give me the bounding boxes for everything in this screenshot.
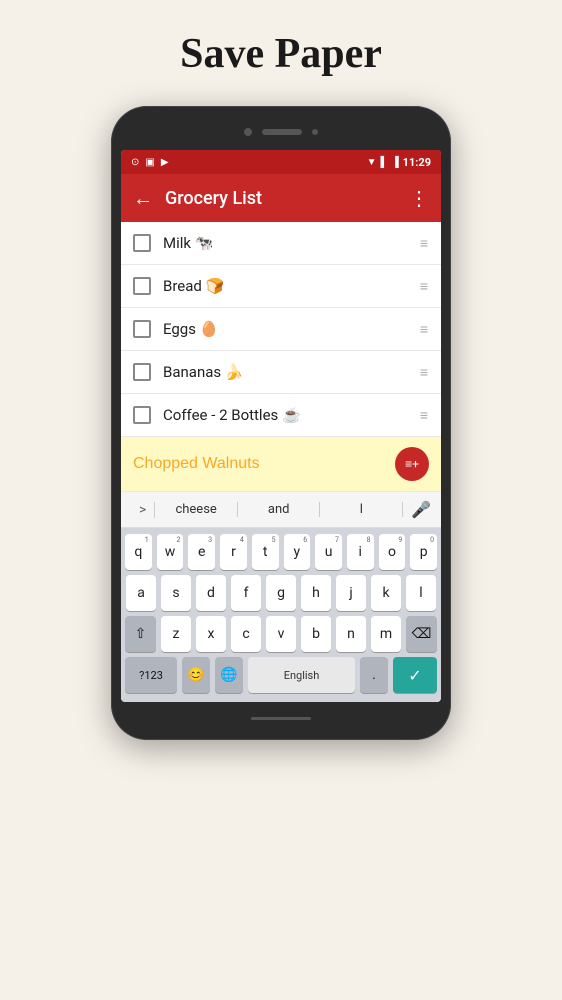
key-e[interactable]: 3e [188,534,215,570]
suggestion-word-l[interactable]: l [320,502,403,517]
key-w[interactable]: 2w [157,534,184,570]
keyboard-row-2: a s d f g h j k l [125,575,437,611]
key-p[interactable]: 0p [410,534,437,570]
page-title: Save Paper [180,30,382,78]
home-indicator [251,717,311,720]
item-text-eggs: Eggs 🥚 [163,320,420,338]
keyboard-row-4: ?123 😊 🌐 English . ✓ [125,657,437,693]
phone-device: ⊙ ▣ ▶ ▼ ▌ ▐ 11:29 ← Grocery List ⋮ Milk … [111,106,451,740]
status-icon-circle: ⊙ [131,157,139,168]
checkbox-eggs[interactable] [133,320,151,338]
drag-handle-milk: ≡ [420,235,429,252]
suggestion-word-and[interactable]: and [238,502,321,517]
key-u[interactable]: 7u [315,534,342,570]
key-o[interactable]: 9o [379,534,406,570]
key-y[interactable]: 6y [284,534,311,570]
signal-icon: ▌ [380,157,387,168]
phone-screen: ⊙ ▣ ▶ ▼ ▌ ▐ 11:29 ← Grocery List ⋮ Milk … [121,150,441,702]
key-d[interactable]: d [196,575,226,611]
list-item: Eggs 🥚 ≡ [121,308,441,351]
checkbox-bread[interactable] [133,277,151,295]
key-k[interactable]: k [371,575,401,611]
drag-handle-bananas: ≡ [420,364,429,381]
suggestion-chevron-icon[interactable]: > [131,502,155,518]
enter-key[interactable]: ✓ [393,657,437,693]
status-left-icons: ⊙ ▣ ▶ [131,157,169,168]
key-q[interactable]: 1q [125,534,152,570]
numbers-key[interactable]: ?123 [125,657,177,693]
key-c[interactable]: c [231,616,261,652]
menu-button[interactable]: ⋮ [409,186,429,210]
key-g[interactable]: g [266,575,296,611]
key-h[interactable]: h [301,575,331,611]
key-v[interactable]: v [266,616,296,652]
phone-bottom-bar [121,708,441,728]
suggestion-word-cheese[interactable]: cheese [155,502,238,517]
checkbox-milk[interactable] [133,234,151,252]
key-j[interactable]: j [336,575,366,611]
key-a[interactable]: a [126,575,156,611]
checkbox-bananas[interactable] [133,363,151,381]
item-text-bread: Bread 🍞 [163,277,420,295]
wifi-icon: ▼ [367,157,377,168]
keyboard-row-3: ⇧ z x c v b n m ⌫ [125,616,437,652]
drag-handle-coffee: ≡ [420,407,429,424]
app-bar-title: Grocery List [165,188,409,209]
period-key[interactable]: . [360,657,388,693]
phone-top-bar [121,118,441,146]
key-t[interactable]: 5t [252,534,279,570]
mic-icon[interactable]: 🎤 [403,500,431,519]
key-n[interactable]: n [336,616,366,652]
item-text-milk: Milk 🐄 [163,234,420,252]
list-item: Bread 🍞 ≡ [121,265,441,308]
key-x[interactable]: x [196,616,226,652]
list-item: Milk 🐄 ≡ [121,222,441,265]
space-key[interactable]: English [248,657,355,693]
status-icon-play: ▶ [161,157,169,168]
phone-camera [244,128,252,136]
item-text-coffee: Coffee - 2 Bottles ☕ [163,406,420,424]
key-r[interactable]: 4r [220,534,247,570]
list-item: Coffee - 2 Bottles ☕ ≡ [121,394,441,437]
keyboard: 1q 2w 3e 4r 5t 6y 7u 8i 9o 0p a s d f g … [121,528,441,702]
list-item: Bananas 🍌 ≡ [121,351,441,394]
backspace-key[interactable]: ⌫ [406,616,437,652]
new-item-input[interactable] [133,455,395,473]
key-b[interactable]: b [301,616,331,652]
drag-handle-bread: ≡ [420,278,429,295]
input-row: ≡+ [121,437,441,492]
key-m[interactable]: m [371,616,401,652]
status-icon-sim: ▣ [145,157,154,168]
back-button[interactable]: ← [133,186,153,211]
suggestion-bar: > cheese and l 🎤 [121,492,441,528]
item-text-bananas: Bananas 🍌 [163,363,420,381]
app-bar: ← Grocery List ⋮ [121,174,441,222]
status-time: 11:29 [403,156,431,169]
add-icon: ≡+ [405,457,419,471]
add-item-button[interactable]: ≡+ [395,447,429,481]
keyboard-row-1: 1q 2w 3e 4r 5t 6y 7u 8i 9o 0p [125,534,437,570]
battery-icon: ▐ [392,157,399,168]
phone-dot [312,129,318,135]
phone-speaker [262,129,302,135]
key-i[interactable]: 8i [347,534,374,570]
checkbox-coffee[interactable] [133,406,151,424]
globe-key[interactable]: 🌐 [215,657,243,693]
emoji-key[interactable]: 😊 [182,657,210,693]
key-f[interactable]: f [231,575,261,611]
shift-key[interactable]: ⇧ [125,616,156,652]
status-right-icons: ▼ ▌ ▐ 11:29 [367,156,431,169]
key-s[interactable]: s [161,575,191,611]
drag-handle-eggs: ≡ [420,321,429,338]
key-l[interactable]: l [406,575,436,611]
status-bar: ⊙ ▣ ▶ ▼ ▌ ▐ 11:29 [121,150,441,174]
key-z[interactable]: z [161,616,191,652]
